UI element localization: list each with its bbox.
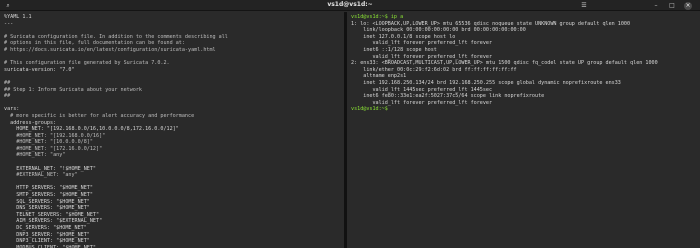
hamburger-menu-icon[interactable]: ☰ [580, 2, 588, 9]
terminal-line: DNP3_CLIENT: "$HOME_NET" [4, 238, 90, 245]
terminal-line: HOME_NET: "[192.168.0.0/16,10.0.0.0/8,17… [4, 126, 179, 133]
terminal-line: valid_lft forever preferred_lft forever [351, 99, 493, 106]
terminal-line: --- [4, 20, 14, 27]
terminal-line: TELNET_SERVERS: "$HOME_NET" [4, 211, 100, 218]
terminal-line: SMTP_SERVERS: "$HOME_NET" [4, 192, 93, 199]
window-title: vs1d@vs1d:~ [327, 1, 373, 8]
terminal-line: inet6 fe80::33e1:ea2f:5027:37c5/64 scope… [351, 93, 545, 100]
terminal-line: ## Step 1: Inform Suricata about your ne… [4, 86, 143, 93]
terminal-line: # This configuration file generated by S… [4, 60, 170, 67]
terminal-line: DNS_SERVERS: "$HOME_NET" [4, 205, 90, 212]
terminal-line: # more specific is better for alert accu… [4, 112, 195, 119]
terminal-line: #HOME_NET: "any" [4, 152, 66, 159]
terminal-line: link/ether 00:0c:29:f2:6d:02 brd ff:ff:f… [351, 66, 517, 73]
terminal-line: 1: lo: <LOOPBACK,UP,LOWER_UP> mtu 65536 … [351, 20, 631, 27]
maximize-icon[interactable]: □ [668, 2, 676, 9]
terminal-line: HTTP_SERVERS: "$HOME_NET" [4, 185, 93, 192]
terminal-pane-right[interactable]: vs1d@vs1d:~$ ip a 1: lo: <LOOPBACK,UP,LOW… [347, 12, 700, 248]
terminal-line: suricata-version: "7.0" [4, 66, 75, 73]
terminal-line: DC_SERVERS: "$HOME_NET" [4, 225, 87, 231]
terminal-line: link/loopback 00:00:00:00:00:00 brd 00:0… [351, 27, 526, 34]
terminal-line: inet 127.0.0.1/8 scope host lo [351, 33, 456, 40]
minimize-icon[interactable]: – [652, 2, 660, 9]
terminal-pane-left[interactable]: %YAML 1.1 --- # Suricata configuration fil… [0, 12, 344, 248]
terminal-line: valid_lft forever preferred_lft forever [351, 40, 493, 47]
terminal-line: #HOME_NET: "[10.0.0.0/8]" [4, 139, 93, 146]
terminal-line: %YAML 1.1 [4, 14, 32, 20]
terminal-line: EXTERNAL_NET: "!$HOME_NET" [4, 165, 97, 172]
terminal-line: #HOME_NET: "[172.16.0.0/12]" [4, 145, 103, 152]
terminal-line: inet6 ::1/128 scope host [351, 46, 437, 53]
terminal-line: SQL_SERVERS: "$HOME_NET" [4, 198, 90, 205]
terminal-line: # options in this file, full documentati… [4, 40, 185, 47]
terminal-line: #HOME_NET: "[192.168.0.0/16]" [4, 132, 106, 139]
terminal-line: # Suricata configuration file. In additi… [4, 33, 228, 40]
terminal-line: valid_lft 1445sec preferred_lft 1445sec [351, 86, 493, 93]
terminal-line: DNP3_SERVER: "$HOME_NET" [4, 231, 90, 238]
terminal-line: AIM_SERVERS: "$EXTERNAL_NET" [4, 218, 103, 225]
terminal-line: valid_lft forever preferred_lft forever [351, 53, 493, 60]
terminal-line: ## [4, 79, 11, 86]
terminal-line: vars: [4, 106, 20, 113]
terminal-line: #EXTERNAL_NET: "any" [4, 172, 78, 179]
terminal-line: vs1d@vs1d:~$ [351, 106, 391, 113]
terminal-line: ## [4, 93, 11, 100]
terminal-line: 2: ens33: <BROADCAST,MULTICAST,UP,LOWER_… [351, 60, 658, 67]
terminal-line: address-groups: [4, 119, 57, 126]
terminal-line: # https://docs.suricata.io/en/latest/con… [4, 46, 216, 53]
close-icon[interactable]: × [684, 1, 692, 10]
terminal-line: altname enp2s1 [351, 73, 407, 80]
terminal-line: vs1d@vs1d:~$ ip a [351, 14, 404, 20]
terminal-line: inet 192.168.250.134/24 brd 192.168.250.… [351, 79, 621, 86]
window-titlebar: ⌕ vs1d@vs1d:~ ☰ – □ × [0, 0, 700, 11]
